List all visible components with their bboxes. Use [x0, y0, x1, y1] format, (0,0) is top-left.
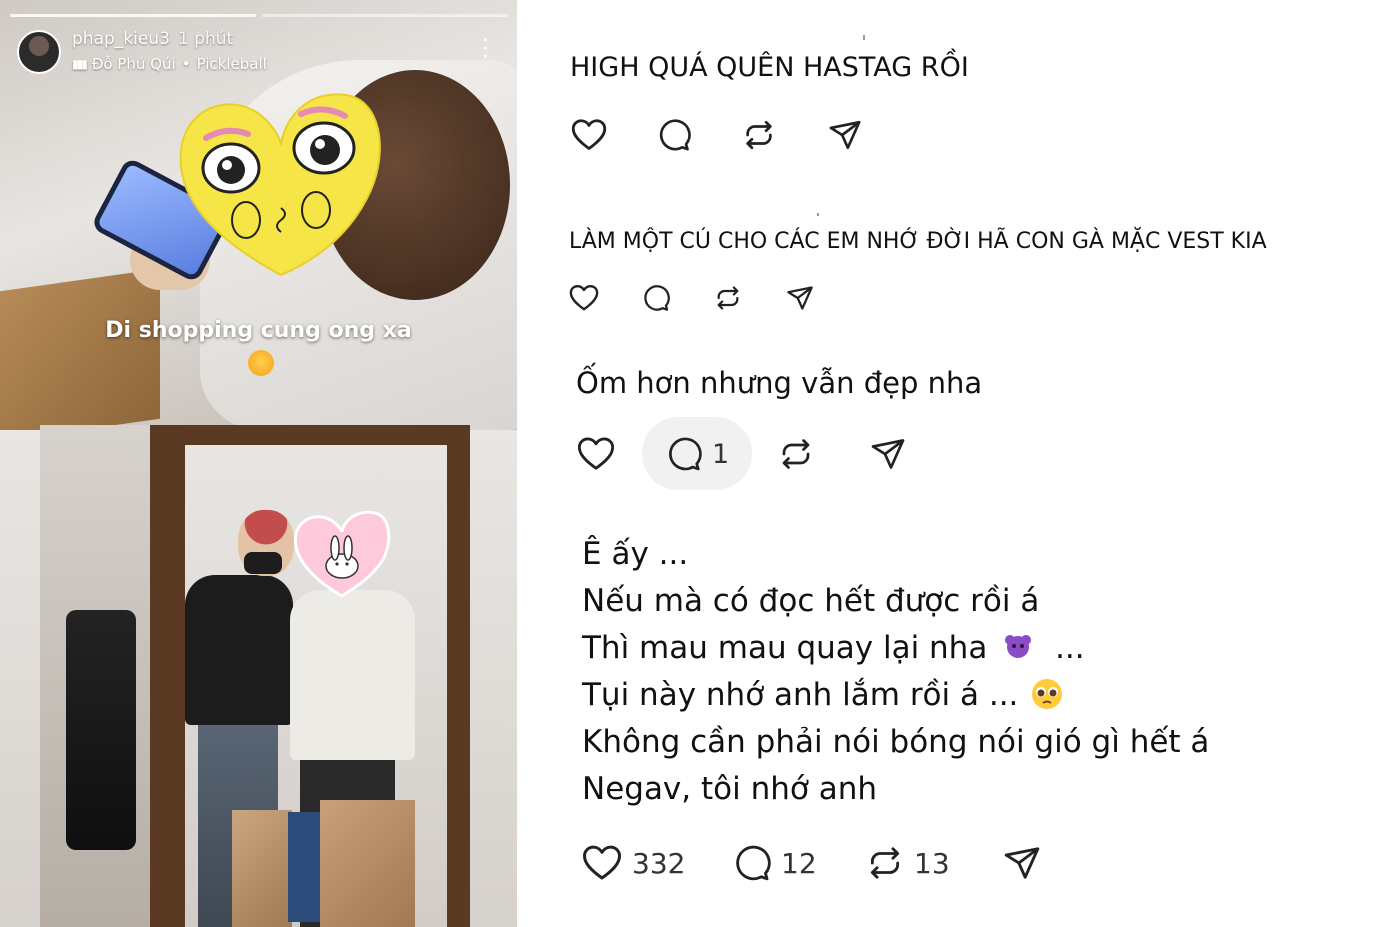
post-line: Không cần phải nói bóng nói gió gì hết á	[582, 724, 1210, 760]
repost-icon	[782, 439, 810, 469]
reply-count: 12	[781, 846, 817, 880]
paper-bag	[0, 268, 160, 442]
post-line-text: Tụi này nhớ anh lắm rồi á ...	[582, 677, 1019, 713]
music-tag: Pickleball	[196, 55, 267, 73]
repost-button[interactable]	[714, 284, 742, 312]
story-progress-1	[10, 14, 256, 17]
story-username[interactable]: phap_kieu3	[72, 29, 170, 49]
person-white-sweater	[290, 590, 415, 760]
shopping-bag	[232, 810, 292, 927]
repost-count: 13	[914, 846, 950, 880]
story-caption: Di shopping cung ong xa	[105, 318, 412, 343]
heart-icon	[569, 284, 599, 311]
divider-mark	[817, 213, 819, 216]
shopping-bag	[320, 800, 415, 927]
repost-icon	[870, 847, 900, 879]
like-count: 332	[632, 846, 686, 880]
music-separator: •	[181, 55, 191, 73]
story-music[interactable]: ▮▮▮ Đỗ Phú Qúi • Pickleball	[72, 55, 267, 73]
post-text: HIGH QUÁ QUÊN HASTAG RỒI	[570, 52, 969, 83]
story-time: 1 phút	[178, 29, 234, 49]
pleading-face-emoji-icon	[1032, 679, 1063, 709]
repost-icon	[717, 286, 739, 310]
like-button[interactable]	[569, 284, 599, 312]
send-icon	[871, 439, 905, 469]
pink-heart-bunny-sticker	[293, 510, 391, 598]
reply-button[interactable]	[642, 284, 670, 312]
post-line-text: Thì mau mau quay lại nha	[582, 630, 988, 666]
post-line-ellipsis: ...	[1055, 630, 1085, 666]
send-icon	[829, 120, 861, 150]
heart-icon	[583, 845, 621, 880]
share-button[interactable]	[870, 436, 906, 472]
post-line: Tụi này nhớ anh lắm rồi á ...	[582, 677, 1064, 713]
like-button[interactable]	[571, 118, 607, 152]
share-button[interactable]	[786, 284, 814, 312]
heart-icon	[577, 437, 615, 470]
repost-button[interactable]	[778, 436, 814, 472]
reply-button[interactable]	[657, 118, 691, 152]
send-icon	[1004, 847, 1040, 879]
post-text: Ốm hơn nhưng vẫn đẹp nha	[576, 366, 983, 400]
comment-icon	[644, 285, 670, 311]
post-line: Ê ấy ...	[582, 536, 689, 572]
shopping-bag-blue	[288, 812, 320, 922]
post-line: Nếu mà có đọc hết được rồi á	[582, 583, 1040, 619]
avatar[interactable]	[17, 30, 61, 74]
reply-button[interactable]: 12	[733, 844, 817, 882]
post-text: LÀM MỘT CÚ CHO CÁC EM NHỚ ĐỜI HÃ CON GÀ …	[569, 229, 1267, 254]
divider-mark	[863, 35, 865, 40]
like-button[interactable]: 332	[582, 844, 685, 882]
music-artist: Đỗ Phú Qúi	[91, 55, 176, 73]
smiling-face-hearts-icon	[248, 350, 274, 376]
more-options-icon[interactable]: · · ·	[482, 31, 489, 69]
repost-icon	[746, 120, 772, 150]
post-line: Thì mau mau quay lại nha ...	[582, 630, 1085, 666]
reply-count: 1	[712, 438, 730, 470]
person-black-shirt	[185, 575, 293, 725]
music-bars-icon: ▮▮▮	[72, 57, 88, 71]
send-icon	[787, 286, 813, 310]
heart-icon	[571, 119, 607, 150]
comment-icon	[736, 845, 771, 881]
like-button[interactable]	[577, 436, 615, 472]
story-panel: Di shopping cung ong xa phap_kieu3 1 phú…	[0, 0, 517, 927]
story-progress-2	[262, 14, 508, 17]
repost-button[interactable]: 13	[866, 844, 950, 882]
hug-emoji-icon	[1005, 635, 1032, 658]
share-button[interactable]	[1003, 844, 1041, 882]
yellow-heart-sticker	[179, 93, 381, 277]
post-line: Negav, tôi nhớ anh	[582, 771, 877, 807]
share-button[interactable]	[828, 118, 862, 152]
reply-button[interactable]: 1	[666, 436, 729, 472]
comment-icon	[659, 119, 691, 151]
repost-button[interactable]	[742, 118, 776, 152]
comment-icon	[669, 437, 702, 471]
hanging-clothes	[66, 610, 136, 850]
face-mask	[244, 552, 282, 574]
